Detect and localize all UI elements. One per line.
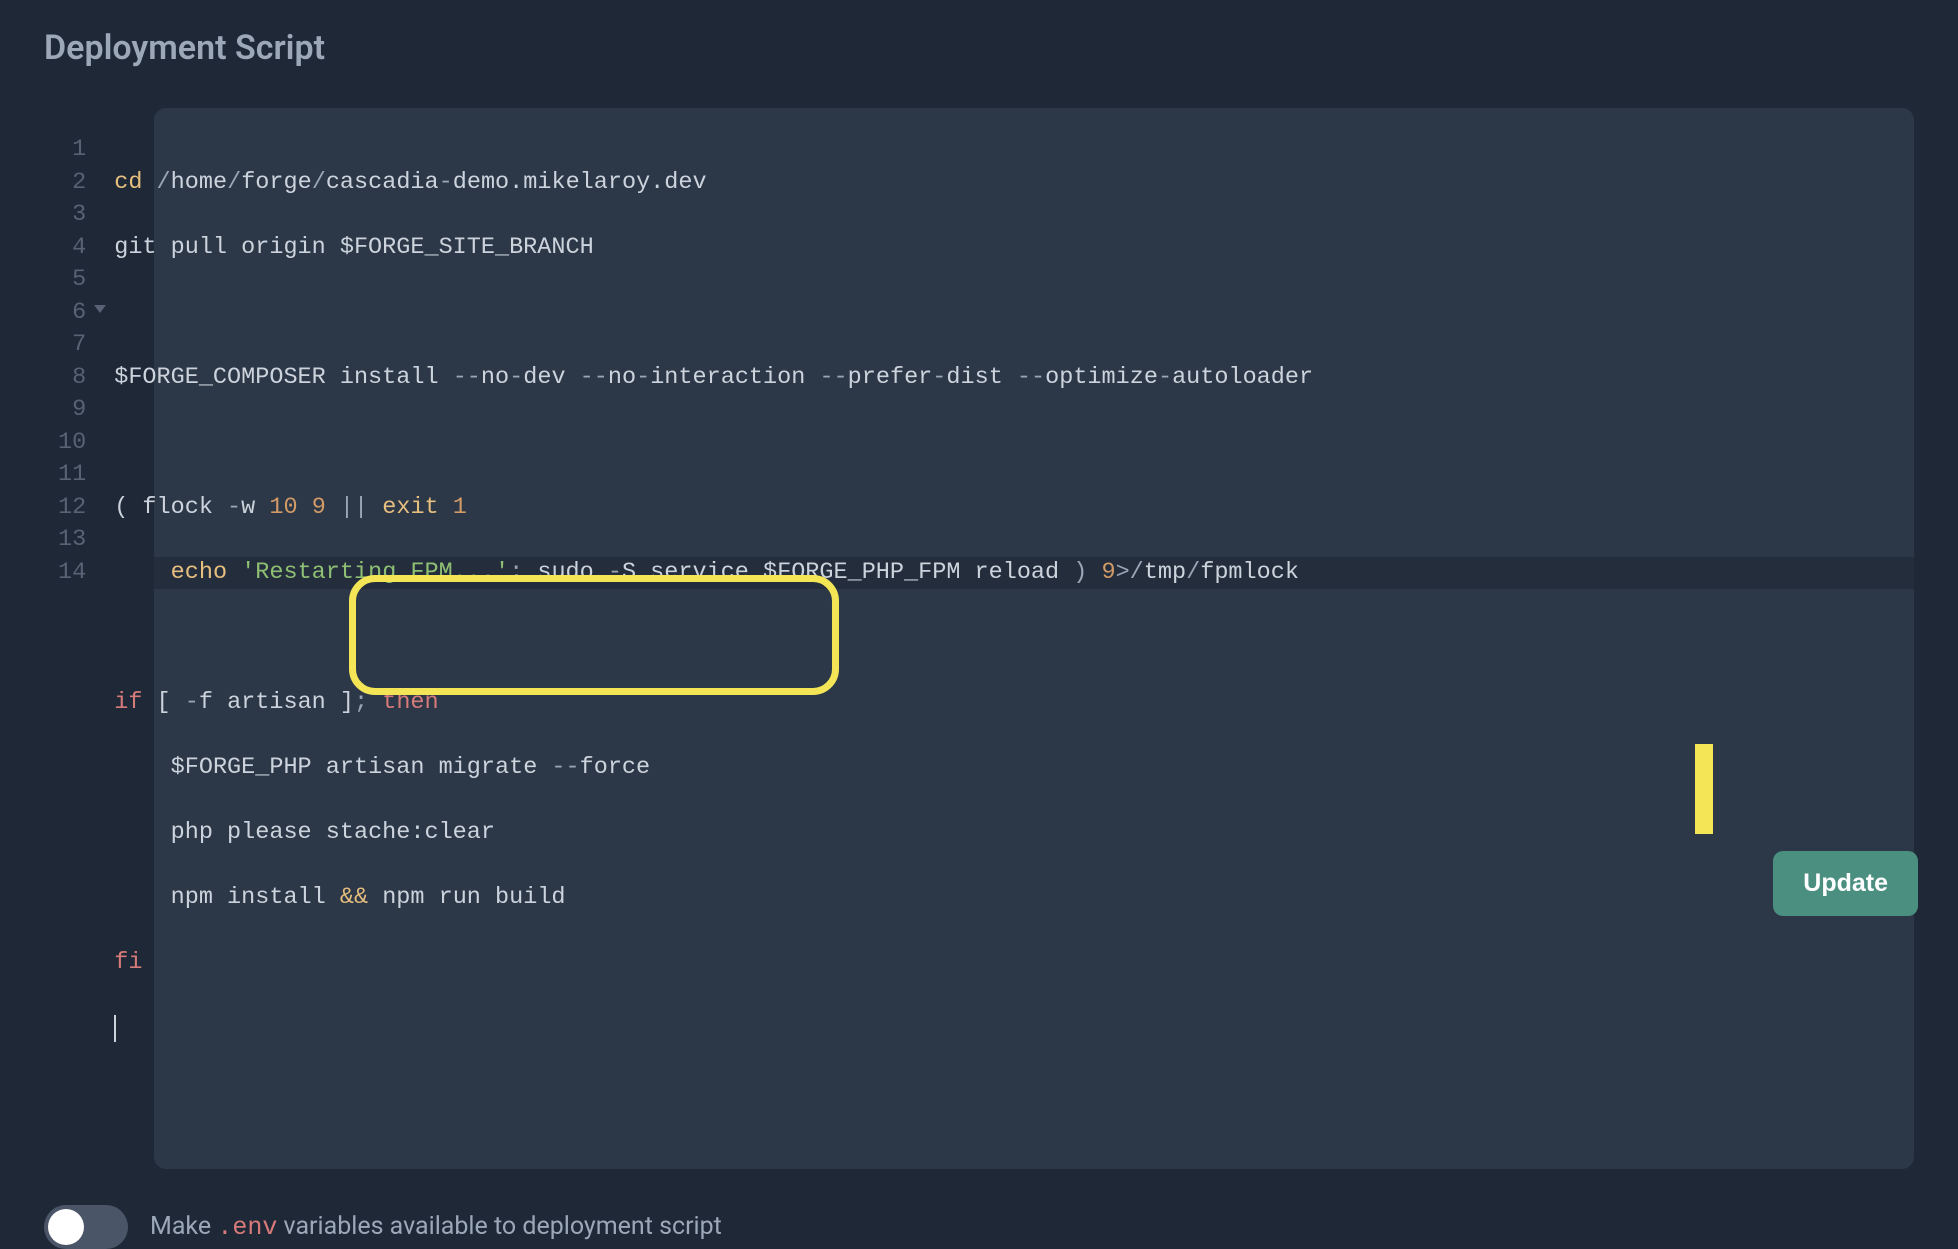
update-button[interactable]: Update: [1773, 851, 1918, 916]
code-editor[interactable]: 1 2 3 4 5 6 7 8 9 10 11 12 13 14 cd /hom…: [154, 108, 1914, 1169]
section-title: Deployment Script: [44, 28, 1914, 68]
toggle-knob: [48, 1209, 84, 1245]
text-cursor: [114, 1015, 116, 1042]
env-toggle-label: Make .env variables available to deploym…: [150, 1212, 722, 1242]
code-content[interactable]: cd /home/forge/cascadia-demo.mikelaroy.d…: [114, 134, 1313, 1109]
env-toggle[interactable]: [44, 1205, 128, 1249]
line-number-gutter: 1 2 3 4 5 6 7 8 9 10 11 12 13 14: [44, 134, 114, 1109]
fold-icon[interactable]: [94, 305, 106, 313]
